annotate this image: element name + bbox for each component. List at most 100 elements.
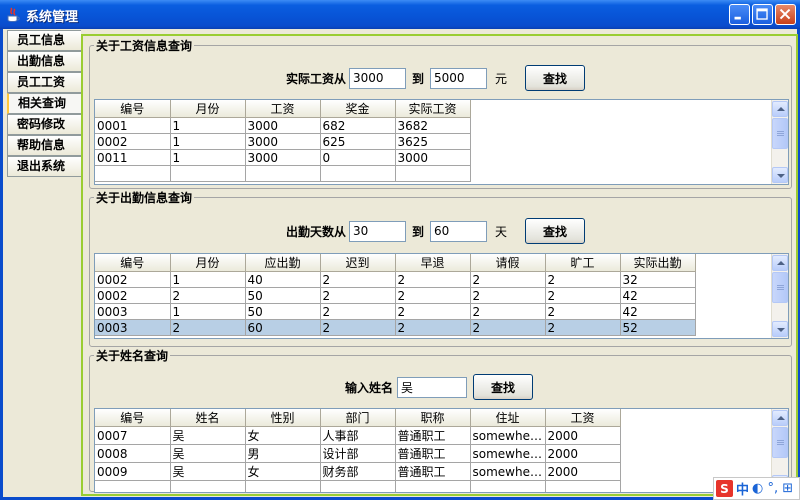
attendance-to-input[interactable] [430, 220, 488, 242]
table-cell[interactable]: 42 [620, 287, 696, 304]
table-cell[interactable]: 人事部 [320, 426, 396, 445]
table-cell[interactable]: 2000 [545, 426, 621, 445]
table-cell[interactable]: 0011 [95, 149, 171, 166]
table-cell[interactable]: 2000 [545, 444, 621, 463]
table-cell[interactable]: 吴 [170, 426, 246, 445]
table-cell[interactable]: 1 [170, 133, 246, 150]
table-row[interactable]: 0008 吴男设计部 普通职工 somewher... 2000 [95, 444, 621, 463]
table-cell[interactable] [95, 480, 171, 492]
close-button[interactable] [775, 4, 796, 25]
tab-employee-info[interactable]: 员工信息 [7, 30, 81, 51]
ime-toolbar[interactable]: S 中 ◐ °, ⊞ [713, 477, 800, 500]
minimize-button[interactable] [729, 4, 750, 25]
table-cell[interactable]: 40 [245, 271, 321, 288]
table-cell[interactable]: 设计部 [320, 444, 396, 463]
table-cell[interactable] [170, 165, 246, 182]
column-header[interactable]: 实际出勤 [620, 254, 696, 272]
table-cell[interactable]: 2 [545, 319, 621, 336]
table-cell[interactable]: 2 [470, 303, 546, 320]
table-cell[interactable]: 2 [470, 287, 546, 304]
column-header[interactable]: 编号 [95, 409, 171, 427]
table-cell[interactable]: 吴 [170, 462, 246, 481]
column-header[interactable]: 早退 [395, 254, 471, 272]
table-row[interactable] [95, 165, 471, 182]
table-row[interactable]: 0002 2 50 2 2 2 2 42 [95, 287, 696, 304]
table-cell[interactable]: 2 [395, 271, 471, 288]
column-header[interactable]: 性别 [245, 409, 321, 427]
table-cell[interactable]: 0002 [95, 271, 171, 288]
scroll-down-button[interactable] [772, 321, 788, 337]
tab-related-query[interactable]: 相关查询 [7, 93, 81, 114]
table-cell[interactable] [395, 165, 471, 182]
table-cell[interactable]: 1 [170, 149, 246, 166]
scroll-up-button[interactable] [772, 101, 788, 117]
tab-exit-system[interactable]: 退出系统 [7, 156, 81, 177]
column-header[interactable]: 旷工 [545, 254, 621, 272]
column-header[interactable]: 奖金 [320, 100, 396, 118]
attendance-from-input[interactable] [349, 220, 407, 242]
table-cell[interactable]: 3000 [395, 149, 471, 166]
salary-search-button[interactable]: 查找 [525, 65, 586, 91]
table-cell[interactable] [320, 480, 396, 492]
column-header[interactable]: 姓名 [170, 409, 246, 427]
table-cell[interactable]: 0009 [95, 462, 171, 481]
table-row[interactable]: 0003 1 50 2 2 2 2 42 [95, 303, 696, 320]
table-cell[interactable]: somewher... [470, 426, 546, 445]
table-cell[interactable]: 0007 [95, 426, 171, 445]
column-header[interactable]: 月份 [170, 254, 246, 272]
table-cell[interactable]: 0003 [95, 319, 171, 336]
salary-table[interactable]: 编号 月份 工资 奖金 实际工资 0001 1 3000 682 3682 0002 1 30… [94, 99, 789, 185]
table-row[interactable]: 0009 吴女财务部 普通职工 somewher... 2000 [95, 462, 621, 481]
table-cell[interactable] [395, 480, 471, 492]
tab-employee-salary[interactable]: 员工工资 [7, 72, 81, 93]
sogou-logo-icon[interactable]: S [716, 480, 733, 497]
name-search-button[interactable]: 查找 [473, 374, 534, 400]
column-header[interactable]: 编号 [95, 254, 171, 272]
scroll-down-button[interactable] [772, 167, 788, 183]
name-table[interactable]: 编号 姓名 性别 部门 职称 住址 工资 0007 吴女人事部 普通职工 somewh… [94, 408, 789, 493]
attendance-search-button[interactable]: 查找 [525, 218, 586, 244]
table-cell[interactable]: 52 [620, 319, 696, 336]
table-cell[interactable]: 0008 [95, 444, 171, 463]
table-cell[interactable]: 42 [620, 303, 696, 320]
table-cell[interactable]: 50 [245, 303, 321, 320]
column-header[interactable]: 住址 [470, 409, 546, 427]
table-row[interactable] [95, 480, 621, 492]
table-cell[interactable] [470, 480, 546, 492]
table-cell[interactable]: 1 [170, 117, 246, 134]
table-cell[interactable]: 2 [170, 287, 246, 304]
table-cell[interactable]: 2 [470, 271, 546, 288]
table-cell[interactable]: 2 [470, 319, 546, 336]
table-cell[interactable]: 2 [545, 271, 621, 288]
scroll-thumb[interactable] [772, 427, 788, 458]
column-header[interactable]: 工资 [245, 100, 321, 118]
table-cell[interactable]: 1 [170, 303, 246, 320]
table-cell[interactable] [245, 165, 321, 182]
table-cell[interactable]: 2 [395, 319, 471, 336]
column-header[interactable]: 部门 [320, 409, 396, 427]
table-cell[interactable]: 2 [170, 319, 246, 336]
table-cell[interactable]: 普通职工 [395, 426, 471, 445]
column-header[interactable]: 实际工资 [395, 100, 471, 118]
table-cell[interactable]: 0001 [95, 117, 171, 134]
table-cell[interactable]: 2 [395, 287, 471, 304]
name-input[interactable] [397, 376, 468, 398]
table-cell[interactable]: 682 [320, 117, 396, 134]
table-cell[interactable]: 625 [320, 133, 396, 150]
table-cell[interactable]: 2 [320, 271, 396, 288]
column-header[interactable]: 编号 [95, 100, 171, 118]
tab-help-info[interactable]: 帮助信息 [7, 135, 81, 156]
table-cell[interactable]: 2000 [545, 462, 621, 481]
table-cell[interactable]: 吴 [170, 444, 246, 463]
scroll-up-button[interactable] [772, 410, 788, 426]
salary-to-input[interactable] [430, 67, 488, 89]
attendance-scrollbar[interactable] [771, 254, 788, 338]
table-cell[interactable]: 2 [320, 319, 396, 336]
column-header[interactable]: 应出勤 [245, 254, 321, 272]
table-cell[interactable]: 0002 [95, 287, 171, 304]
table-cell[interactable]: 32 [620, 271, 696, 288]
ime-extras[interactable]: ◐ °, ⊞ [752, 481, 793, 496]
table-row[interactable]: 0001 1 3000 682 3682 [95, 117, 471, 134]
table-row[interactable]: 0003 2 60 2 2 2 2 52 [95, 319, 696, 336]
table-row[interactable]: 0002 1 40 2 2 2 2 32 [95, 271, 696, 288]
